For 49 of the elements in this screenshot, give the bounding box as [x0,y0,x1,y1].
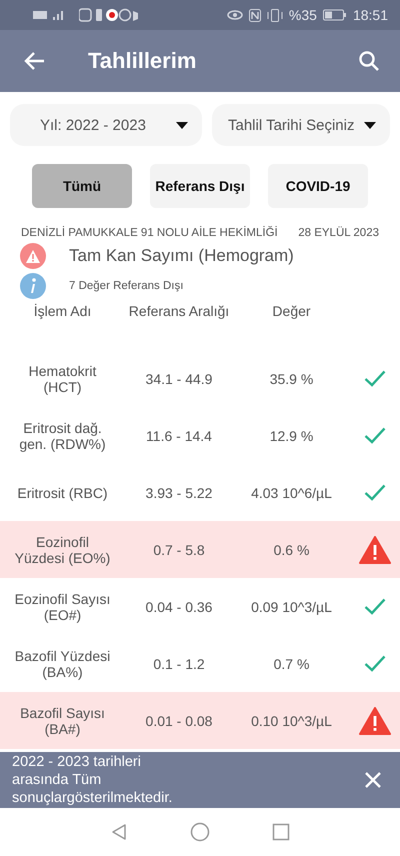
home-nav-icon[interactable] [190,822,210,842]
year-dropdown[interactable]: Yıl: 2022 - 2023 [10,104,202,146]
filter-tab[interactable]: Referans Dışı [150,164,250,208]
test-name: Eritrosit dağ. gen. (RDW%) [18,420,107,452]
nfc-icon [248,8,261,22]
test-name: Bazofil Sayısı (BA#) [19,704,106,736]
reference-range: 11.6 - 14.4 [145,428,213,444]
out-of-range-summary: 7 Değer Referans Dışı [69,280,184,292]
test-value: 35.9 % [268,370,314,386]
page-title: Tahlillerim [88,48,198,74]
snackbar-message: 2022 - 2023 tarihleri arasında Tüm sonuçlargösterilmektedir. [12,752,174,808]
eye-icon [226,9,243,21]
filter-tab[interactable]: Tümü [32,164,132,208]
battery-icon [322,9,347,21]
test-value: 12.9 % [268,428,314,444]
recents-nav-icon[interactable] [272,823,290,841]
warning-icon [20,243,46,269]
date-dropdown[interactable]: Tahlil Tarihi Seçiniz [212,104,390,146]
reference-range: 0.1 - 1.2 [152,656,206,672]
test-value: 0.6 % [272,542,310,558]
test-title: Tam Kan Sayımı (Hemogram) [69,246,294,266]
back-nav-icon[interactable] [110,823,128,841]
test-name: Eozinofil Sayısı (EO#) [14,590,112,622]
institution-name: DENİZLİ PAMUKKALE 91 NOLU AİLE HEKİMLİĞİ [21,227,278,239]
reference-range: 0.04 - 0.36 [144,598,214,614]
battery-percent: %35 [288,7,317,23]
notification-icons [79,8,139,22]
test-name: Bazofil Yüzdesi (BA%) [14,648,112,680]
test-value: 4.03 10^6/µL [250,484,333,500]
column-header: İşlem Adı [32,303,92,319]
clock: 18:51 [352,7,388,23]
reference-range: 34.1 - 44.9 [144,370,214,386]
test-value: 0.10 10^3/µL [250,712,333,728]
test-value: 0.09 10^3/µL [250,598,333,614]
test-value: 0.7 % [272,656,310,672]
column-header: Değer [271,303,312,319]
info-icon [20,273,46,299]
reference-range: 0.7 - 5.8 [152,542,206,558]
reference-range: 3.93 - 5.22 [144,484,214,500]
filter-tab[interactable]: COVID-19 [268,164,368,208]
test-name: Hematokrit (HCT) [28,362,98,394]
vibrate-icon [266,8,283,22]
caret-icon [364,122,376,128]
report-date: 28 EYLÜL 2023 [298,227,379,239]
caret-icon [176,122,188,128]
column-header: Referans Aralığı [128,303,230,319]
test-name: Eritrosit (RBC) [16,484,109,500]
reference-range: 0.01 - 0.08 [144,712,214,728]
test-name: Eozinofil Yüzdesi (EO%) [14,534,112,566]
